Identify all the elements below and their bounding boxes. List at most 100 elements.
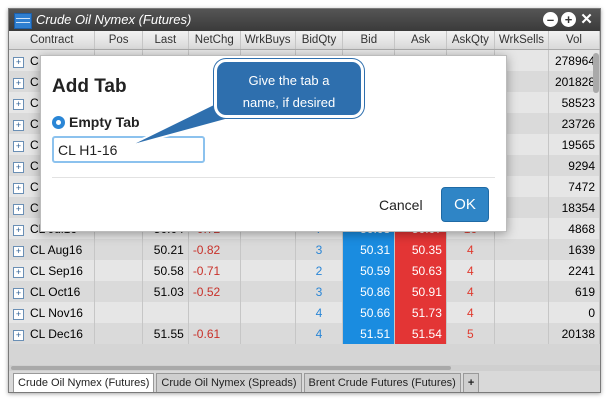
expand-icon[interactable]: + (13, 119, 24, 131)
cell-wrkbuys[interactable] (240, 239, 296, 260)
minimize-icon[interactable]: – (543, 12, 558, 27)
expand-icon[interactable]: + (13, 245, 24, 257)
cell-bidqty[interactable]: 4 (295, 323, 344, 344)
cell-askqty[interactable]: 4 (446, 239, 495, 260)
tab-brent-crude-futures[interactable]: Brent Crude Futures (Futures) (303, 373, 461, 392)
cell-wrksells[interactable] (494, 239, 550, 260)
cell-wrksells[interactable] (494, 260, 550, 281)
cell-pos[interactable] (94, 302, 143, 323)
cell-contract[interactable]: + CL Dec16 (9, 323, 96, 344)
cell-askqty[interactable]: 4 (446, 281, 495, 302)
cell-netchg[interactable]: -0.61 (188, 323, 241, 344)
cell-bidqty[interactable]: 3 (295, 281, 344, 302)
table-row[interactable]: + CL Dec16 51.55 -0.61 4 51.51 51.54 5 20138 (9, 323, 600, 344)
expand-icon[interactable]: + (13, 77, 24, 89)
cell-wrkbuys[interactable] (240, 260, 296, 281)
cell-vol[interactable]: 9294 (548, 155, 600, 176)
tab-name-input[interactable] (52, 136, 205, 163)
cell-netchg[interactable] (188, 302, 241, 323)
table-row[interactable]: + CL Nov16 4 50.66 51.73 4 0 (9, 302, 600, 323)
cell-ask[interactable]: 50.91 (394, 281, 447, 302)
column-header-last[interactable]: Last (142, 31, 189, 50)
title-bar[interactable]: Crude Oil Nymex (Futures) – + ✕ (9, 9, 600, 31)
cell-vol[interactable]: 619 (548, 281, 600, 302)
cell-contract[interactable]: + CL Oct16 (9, 281, 96, 302)
cell-bid[interactable]: 50.66 (342, 302, 396, 323)
cell-contract[interactable]: + CL Aug16 (9, 239, 96, 260)
cell-vol[interactable]: 58523 (548, 92, 600, 113)
cell-bidqty[interactable]: 2 (295, 260, 344, 281)
expand-icon[interactable]: + (13, 56, 24, 68)
tab-crude-oil-spreads[interactable]: Crude Oil Nymex (Spreads) (156, 373, 302, 392)
cell-askqty[interactable]: 5 (446, 323, 495, 344)
table-row[interactable]: + CL Sep16 50.58 -0.71 2 50.59 50.63 4 2241 (9, 260, 600, 281)
column-header-bid[interactable]: Bid (342, 31, 396, 50)
column-header-bidqty[interactable]: BidQty (295, 31, 344, 50)
cell-pos[interactable] (94, 260, 143, 281)
cell-wrksells[interactable] (494, 302, 550, 323)
empty-tab-option[interactable]: Empty Tab (52, 114, 140, 130)
cell-netchg[interactable]: -0.82 (188, 239, 241, 260)
cell-vol[interactable]: 4868 (548, 218, 600, 239)
column-header-vol[interactable]: Vol (548, 31, 600, 50)
cell-ask[interactable]: 51.54 (394, 323, 447, 344)
cell-last[interactable]: 51.55 (142, 323, 189, 344)
expand-icon[interactable]: + (13, 140, 24, 152)
cell-askqty[interactable]: 4 (446, 260, 495, 281)
cell-wrksells[interactable] (494, 323, 550, 344)
add-icon[interactable]: + (561, 12, 576, 27)
cell-netchg[interactable]: -0.52 (188, 281, 241, 302)
cell-contract[interactable]: + CL Sep16 (9, 260, 96, 281)
expand-icon[interactable]: + (13, 224, 24, 236)
expand-icon[interactable]: + (13, 287, 24, 299)
cell-contract[interactable]: + CL Nov16 (9, 302, 96, 323)
close-icon[interactable]: ✕ (579, 12, 594, 27)
cell-last[interactable]: 50.21 (142, 239, 189, 260)
cell-ask[interactable]: 50.63 (394, 260, 447, 281)
vertical-scrollbar[interactable] (593, 53, 599, 93)
column-header-wrkbuys[interactable]: WrkBuys (240, 31, 296, 50)
column-header-pos[interactable]: Pos (94, 31, 143, 50)
cell-bidqty[interactable]: 3 (295, 239, 344, 260)
cell-bid[interactable]: 50.59 (342, 260, 396, 281)
table-row[interactable]: + CL Oct16 51.03 -0.52 3 50.86 50.91 4 619 (9, 281, 600, 302)
cell-vol[interactable]: 20138 (548, 323, 600, 344)
cell-bid[interactable]: 51.51 (342, 323, 396, 344)
cell-pos[interactable] (94, 239, 143, 260)
expand-icon[interactable]: + (13, 182, 24, 194)
cell-vol[interactable]: 1639 (548, 239, 600, 260)
cell-wrksells[interactable] (494, 281, 550, 302)
cell-vol[interactable]: 0 (548, 302, 600, 323)
table-row[interactable]: + CL Aug16 50.21 -0.82 3 50.31 50.35 4 1639 (9, 239, 600, 260)
add-tab-button[interactable]: + (462, 373, 480, 392)
cell-wrkbuys[interactable] (240, 323, 296, 344)
cell-last[interactable] (142, 302, 189, 323)
column-header-contract[interactable]: Contract (9, 31, 96, 50)
cell-vol[interactable]: 278964 (548, 49, 600, 71)
radio-selected-icon[interactable] (52, 115, 65, 129)
cell-netchg[interactable]: -0.71 (188, 260, 241, 281)
cell-pos[interactable] (94, 281, 143, 302)
expand-icon[interactable]: + (13, 329, 24, 341)
cell-wrkbuys[interactable] (240, 302, 296, 323)
cell-vol[interactable]: 2241 (548, 260, 600, 281)
column-header-netchg[interactable]: NetChg (188, 31, 241, 50)
cell-bid[interactable]: 50.86 (342, 281, 396, 302)
expand-icon[interactable]: + (13, 203, 24, 215)
expand-icon[interactable]: + (13, 161, 24, 173)
cell-vol[interactable]: 201828 (548, 71, 600, 92)
cell-pos[interactable] (94, 323, 143, 344)
cancel-button[interactable]: Cancel (379, 197, 423, 213)
cell-ask[interactable]: 50.35 (394, 239, 447, 260)
cell-last[interactable]: 50.58 (142, 260, 189, 281)
expand-icon[interactable]: + (13, 308, 24, 320)
column-header-askqty[interactable]: AskQty (446, 31, 495, 50)
cell-vol[interactable]: 18354 (548, 197, 600, 218)
cell-wrkbuys[interactable] (240, 281, 296, 302)
cell-vol[interactable]: 23726 (548, 113, 600, 134)
cell-bid[interactable]: 50.31 (342, 239, 396, 260)
cell-vol[interactable]: 7472 (548, 176, 600, 197)
cell-ask[interactable]: 51.73 (394, 302, 447, 323)
scroll-thumb[interactable] (11, 366, 451, 370)
cell-vol[interactable]: 19565 (548, 134, 600, 155)
